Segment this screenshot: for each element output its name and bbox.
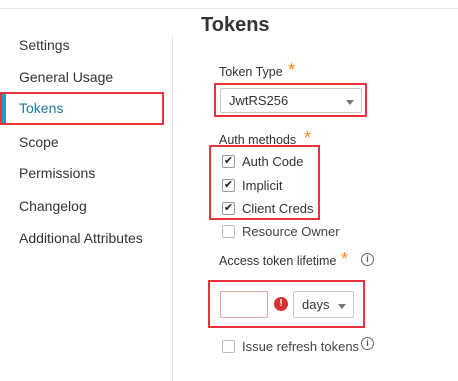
error-icon: !	[274, 297, 288, 311]
sidebar-item-label: Tokens	[19, 100, 64, 116]
token-type-label: Token Type	[219, 65, 283, 79]
access-token-lifetime-label: Access token lifetime	[219, 254, 337, 268]
token-type-value: JwtRS256	[229, 93, 289, 108]
implicit-checkbox[interactable]: ✔	[222, 179, 235, 192]
sidebar-item-scope[interactable]: Scope	[19, 134, 59, 150]
resource-owner-checkbox[interactable]	[222, 225, 235, 238]
info-icon[interactable]: i	[361, 253, 374, 266]
lifetime-number-input[interactable]	[220, 291, 268, 318]
required-asterisk: *	[288, 60, 296, 80]
resource-owner-label: Resource Owner	[242, 224, 340, 239]
auth-code-label: Auth Code	[242, 154, 304, 169]
page-title: Tokens	[201, 14, 270, 36]
lifetime-unit-select[interactable]: days	[293, 291, 354, 318]
sidebar-item-permissions[interactable]: Permissions	[19, 165, 95, 181]
auth-code-checkbox[interactable]: ✔	[222, 155, 235, 168]
sidebar-item-general-usage[interactable]: General Usage	[19, 69, 113, 85]
issue-refresh-tokens-label: Issue refresh tokens	[242, 339, 360, 354]
sidebar-divider	[172, 36, 173, 381]
sidebar-item-settings[interactable]: Settings	[19, 37, 70, 53]
chevron-down-icon	[338, 304, 346, 309]
required-asterisk: *	[341, 249, 349, 269]
active-indicator	[2, 94, 6, 123]
lifetime-unit-value: days	[302, 297, 330, 312]
client-creds-label: Client Creds	[242, 201, 314, 216]
sidebar-item-additional-attributes[interactable]: Additional Attributes	[19, 230, 143, 246]
token-type-select[interactable]: JwtRS256	[220, 88, 362, 113]
sidebar-item-changelog[interactable]: Changelog	[19, 198, 87, 214]
client-creds-checkbox[interactable]: ✔	[222, 202, 235, 215]
sidebar-item-tokens[interactable]: Tokens	[0, 92, 164, 125]
implicit-label: Implicit	[242, 178, 283, 193]
issue-refresh-tokens-checkbox[interactable]	[222, 340, 235, 353]
top-border	[0, 0, 458, 9]
chevron-down-icon	[346, 100, 354, 105]
info-icon[interactable]: i	[361, 337, 374, 350]
